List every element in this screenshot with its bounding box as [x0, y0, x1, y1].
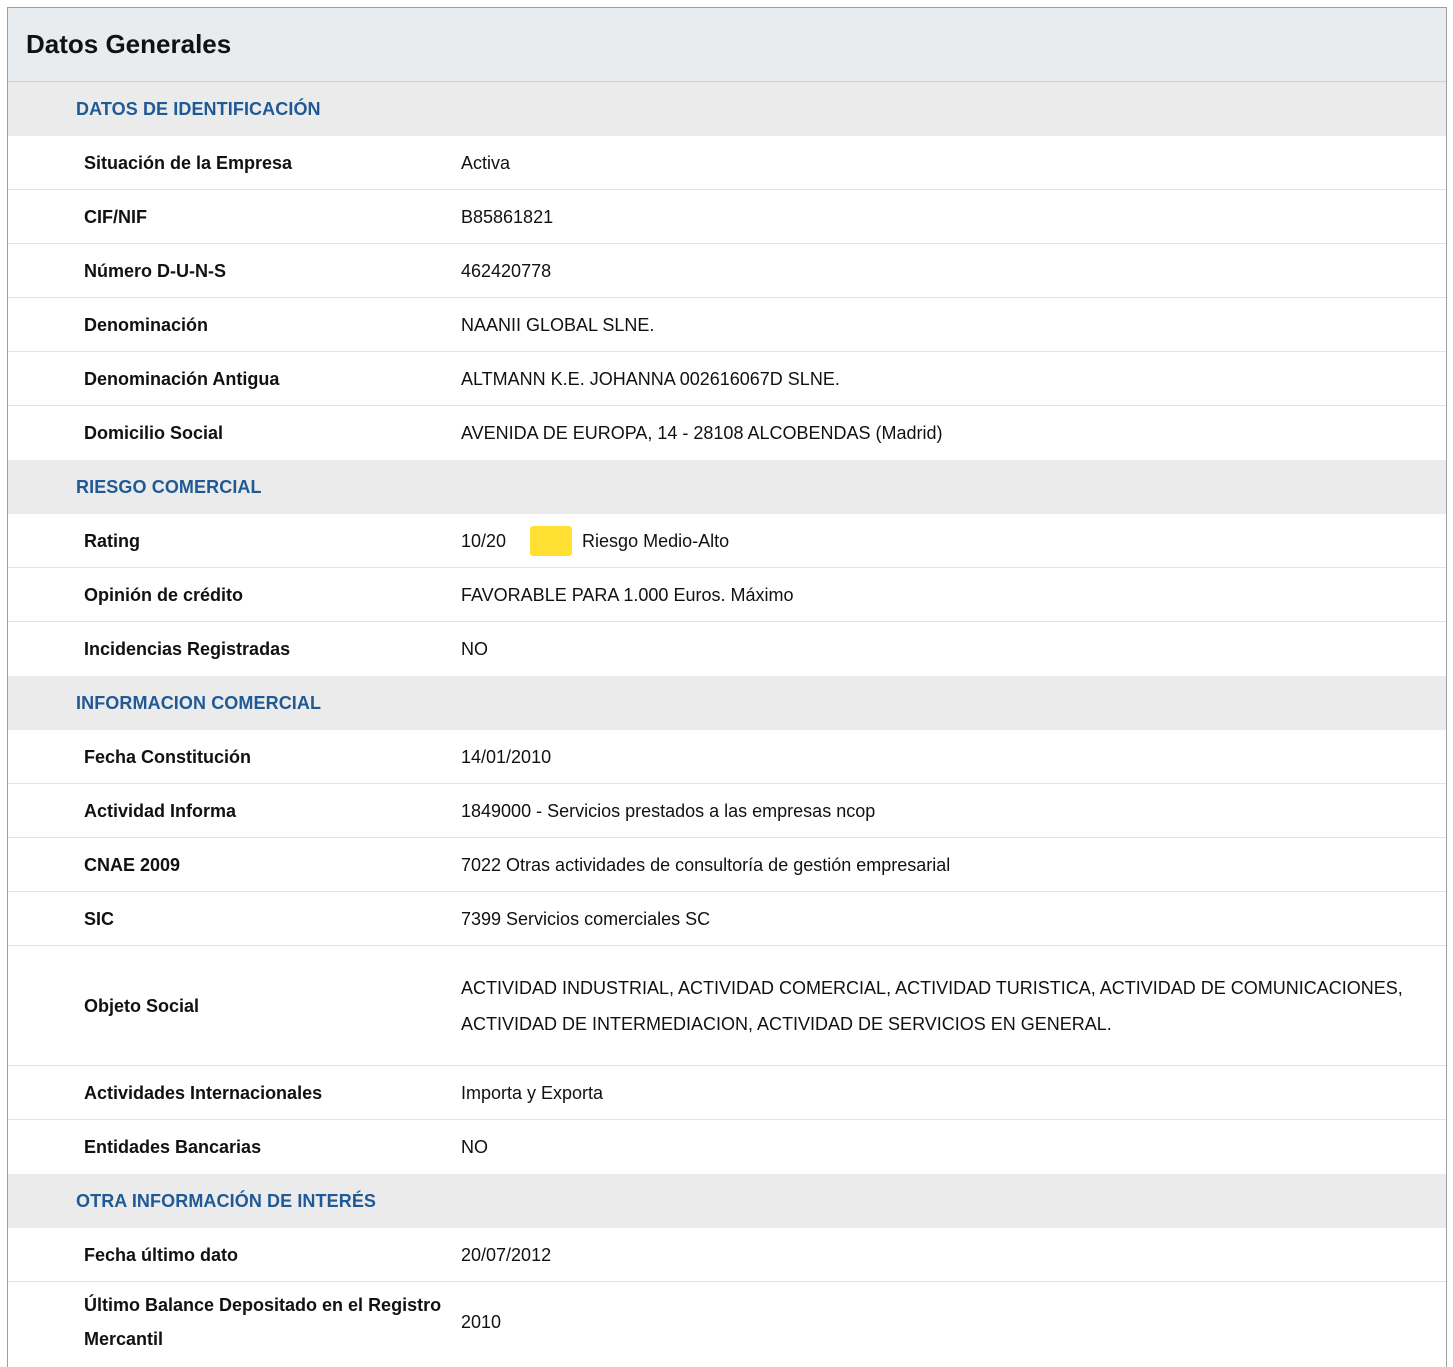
- row-value: ALTMANN K.E. JOHANNA 002616067D SLNE.: [461, 368, 840, 389]
- row-value: 462420778: [461, 260, 552, 281]
- row-value: NO: [461, 639, 488, 659]
- row-fecha-constitucion: Fecha Constitución 14/01/2010: [8, 730, 1446, 784]
- row-entidades-bancarias: Entidades Bancarias NO: [8, 1120, 1446, 1174]
- row-label: Fecha último dato: [84, 1244, 239, 1265]
- row-cif: CIF/NIF B85861821: [8, 190, 1446, 244]
- row-value: 1849000 - Servicios prestados a las empr…: [461, 800, 876, 821]
- row-sic: SIC 7399 Servicios comerciales SC: [8, 892, 1446, 946]
- row-rating: Rating 10/20 Riesgo Medio-Alto: [8, 514, 1446, 568]
- section-header-otra: OTRA INFORMACIÓN DE INTERÉS: [8, 1174, 1446, 1228]
- row-label: Número D-U-N-S: [84, 260, 226, 281]
- row-label: Rating: [84, 530, 140, 551]
- row-value: NO: [461, 1137, 488, 1157]
- row-label: SIC: [84, 908, 115, 929]
- row-actividades-internacionales: Actividades Internacionales Importa y Ex…: [8, 1066, 1446, 1120]
- row-value: 2010: [461, 1312, 502, 1332]
- row-label: Situación de la Empresa: [84, 152, 293, 173]
- row-value: Importa y Exporta: [461, 1082, 604, 1103]
- section-header-riesgo: RIESGO COMERCIAL: [8, 460, 1446, 514]
- row-value: AVENIDA DE EUROPA, 14 - 28108 ALCOBENDAS…: [461, 423, 943, 443]
- row-value: B85861821: [461, 206, 554, 227]
- risk-color-swatch: [530, 525, 573, 556]
- row-incidencias: Incidencias Registradas NO: [8, 622, 1446, 676]
- row-value: 7399 Servicios comerciales SC: [461, 908, 711, 929]
- row-label: Fecha Constitución: [84, 746, 252, 767]
- rating-score: 10/20: [461, 530, 507, 551]
- row-label: Actividad Informa: [84, 800, 237, 821]
- risk-level-text: Riesgo Medio-Alto: [582, 530, 730, 551]
- row-value: 20/07/2012: [461, 1244, 552, 1265]
- section-header-informacion: INFORMACION COMERCIAL: [8, 676, 1446, 730]
- row-ultimo-balance: Último Balance Depositado en el Registro…: [8, 1282, 1446, 1362]
- row-label: Denominación: [84, 314, 209, 335]
- rating-value: 10/20 Riesgo Medio-Alto: [461, 523, 1446, 559]
- panel-header: Datos Generales: [8, 8, 1446, 82]
- row-duns: Número D-U-N-S 462420778: [8, 244, 1446, 298]
- row-value: ACTIVIDAD INDUSTRIAL, ACTIVIDAD COMERCIA…: [461, 977, 1403, 1034]
- row-label: Domicilio Social: [84, 423, 224, 443]
- row-value: 7022 Otras actividades de consultoría de…: [461, 854, 951, 875]
- row-label: CIF/NIF: [84, 206, 147, 227]
- row-label: Objeto Social: [84, 995, 200, 1016]
- section-title: INFORMACION COMERCIAL: [76, 692, 322, 713]
- row-denominacion-antigua: Denominación Antigua ALTMANN K.E. JOHANN…: [8, 352, 1446, 406]
- row-label: Denominación Antigua: [84, 368, 280, 389]
- row-actividad-informa: Actividad Informa 1849000 - Servicios pr…: [8, 784, 1446, 838]
- row-opinion: Opinión de crédito FAVORABLE PARA 1.000 …: [8, 568, 1446, 622]
- row-cnae: CNAE 2009 7022 Otras actividades de cons…: [8, 838, 1446, 892]
- panel-title: Datos Generales: [26, 29, 232, 59]
- datos-generales-panel: Datos Generales DATOS DE IDENTIFICACIÓN …: [7, 7, 1447, 1367]
- row-label: CNAE 2009: [84, 854, 181, 875]
- row-denominacion: Denominación NAANII GLOBAL SLNE.: [8, 298, 1446, 352]
- row-label: Entidades Bancarias: [84, 1137, 262, 1157]
- row-value: NAANII GLOBAL SLNE.: [461, 314, 655, 335]
- section-title: OTRA INFORMACIÓN DE INTERÉS: [76, 1190, 377, 1211]
- row-value: 14/01/2010: [461, 746, 552, 767]
- row-label: Último Balance Depositado en el Registro…: [84, 1295, 442, 1349]
- row-situacion: Situación de la Empresa Activa: [8, 136, 1446, 190]
- row-label: Opinión de crédito: [84, 584, 244, 605]
- row-objeto-social: Objeto Social ACTIVIDAD INDUSTRIAL, ACTI…: [8, 946, 1446, 1066]
- row-value: FAVORABLE PARA 1.000 Euros. Máximo: [461, 584, 794, 605]
- row-value: Activa: [461, 152, 511, 173]
- row-fecha-ultimo-dato: Fecha último dato 20/07/2012: [8, 1228, 1446, 1282]
- section-title: RIESGO COMERCIAL: [76, 476, 262, 497]
- section-header-identificacion: DATOS DE IDENTIFICACIÓN: [8, 82, 1446, 136]
- section-title: DATOS DE IDENTIFICACIÓN: [76, 98, 321, 119]
- row-domicilio: Domicilio Social AVENIDA DE EUROPA, 14 -…: [8, 406, 1446, 460]
- row-label: Incidencias Registradas: [84, 639, 291, 659]
- row-label: Actividades Internacionales: [84, 1082, 323, 1103]
